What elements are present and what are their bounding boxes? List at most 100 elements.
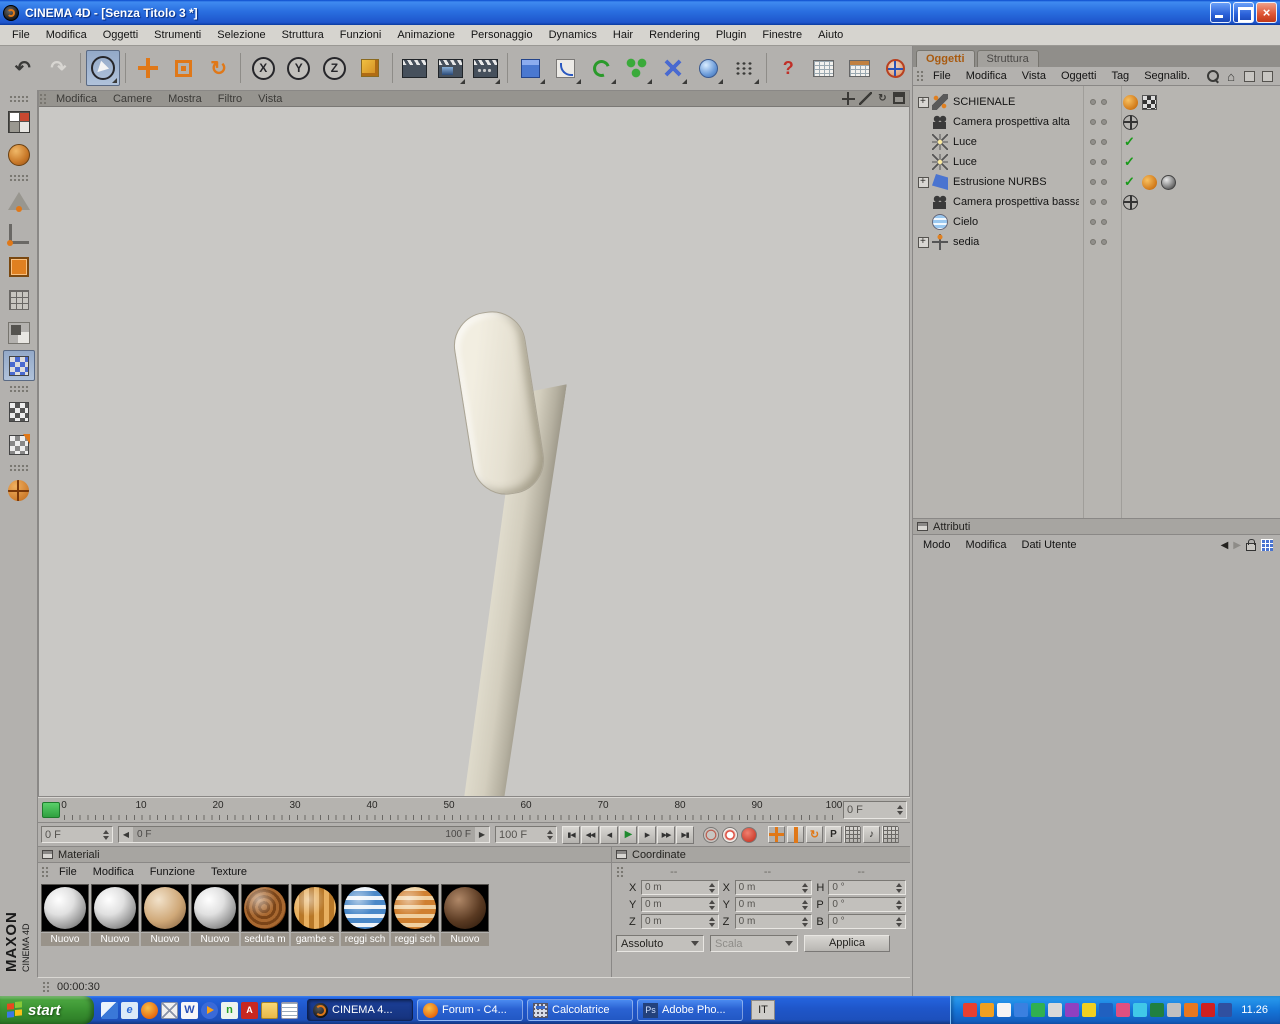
polygon-mode-button[interactable]	[2, 350, 35, 381]
apply-button[interactable]: Applica	[804, 935, 890, 952]
material-item[interactable]: reggi sch	[341, 884, 389, 946]
range-left-handle[interactable]: ◀	[119, 827, 133, 842]
viewport-zoom-icon[interactable]	[859, 92, 872, 105]
render-view-button[interactable]	[398, 50, 432, 86]
start-button[interactable]: start	[0, 996, 94, 1024]
toolbar-grip[interactable]	[8, 174, 29, 181]
object-label[interactable]: Camera prospettiva bassa	[953, 196, 1079, 208]
tag-icon[interactable]	[1123, 94, 1138, 110]
size-x-spinner[interactable]	[800, 882, 809, 893]
taskbar-task-photoshop[interactable]: Adobe Pho...	[637, 999, 743, 1021]
size-z-spinner[interactable]	[800, 916, 809, 927]
object-manager-grip[interactable]	[916, 70, 925, 82]
tray-icon[interactable]	[1167, 1003, 1182, 1017]
editor-visibility-dot[interactable]	[1089, 159, 1096, 165]
material-item[interactable]: Nuovo	[441, 884, 489, 946]
attr-menu-modo[interactable]: Modo	[916, 539, 958, 551]
media-player-icon[interactable]	[201, 1001, 218, 1019]
object-label[interactable]: sedia	[953, 236, 1079, 248]
editor-visibility-dot[interactable]	[1089, 219, 1096, 225]
pos-z-spinner[interactable]	[707, 916, 715, 927]
object-label[interactable]: Estrusione NURBS	[953, 176, 1079, 188]
tag-icon[interactable]	[1161, 135, 1176, 150]
keyframe-selection-button[interactable]	[741, 826, 757, 843]
render-picture-viewer-button[interactable]	[433, 50, 467, 86]
acrobat-icon[interactable]	[241, 1001, 258, 1019]
material-thumbnail[interactable]	[41, 884, 89, 932]
tag-icon[interactable]	[1161, 174, 1176, 190]
record-pla-button[interactable]	[844, 826, 861, 843]
material-thumbnail[interactable]	[191, 884, 239, 932]
attributes-titlebar[interactable]: Attributi	[913, 519, 1280, 535]
size-y-field[interactable]: 0 m	[734, 897, 813, 912]
messenger-icon[interactable]	[221, 1001, 238, 1019]
material-item[interactable]: Nuovo	[191, 884, 239, 946]
tray-icon[interactable]	[1048, 1003, 1063, 1017]
menu-hair[interactable]: Hair	[605, 27, 641, 43]
size-header[interactable]: --	[723, 866, 813, 878]
render-visibility-dot[interactable]	[1100, 159, 1107, 165]
add-spline-button[interactable]	[549, 50, 583, 86]
timeline-options-button[interactable]	[882, 826, 899, 843]
menu-personaggio[interactable]: Personaggio	[463, 27, 541, 43]
toolbar-grip[interactable]	[8, 95, 29, 102]
viewport-menu-filtro[interactable]: Filtro	[210, 93, 250, 105]
material-mode-button[interactable]	[3, 139, 35, 170]
material-item[interactable]: Nuovo	[141, 884, 189, 946]
editor-visibility-dot[interactable]	[1089, 139, 1096, 145]
materials-menu-file[interactable]: File	[52, 866, 84, 878]
editor-visibility-dot[interactable]	[1089, 179, 1096, 185]
editor-visibility-dot[interactable]	[1089, 119, 1096, 125]
om-menu-vista[interactable]: Vista	[1015, 70, 1053, 82]
rot-b-field[interactable]: 0 °	[828, 914, 906, 929]
prev-frame-button[interactable]: ◀	[600, 825, 618, 844]
viewport-object-backrest-pad[interactable]	[449, 306, 549, 500]
tab-struttura[interactable]: Struttura	[976, 50, 1039, 67]
current-frame-marker[interactable]	[42, 802, 60, 818]
menu-plugin[interactable]: Plugin	[708, 27, 755, 43]
material-thumbnail[interactable]	[341, 884, 389, 932]
minimize-button[interactable]	[1210, 2, 1231, 23]
rotate-tool-button[interactable]	[202, 50, 236, 86]
add-nurbs-button[interactable]	[585, 50, 619, 86]
workplane-mode-button[interactable]	[3, 284, 35, 315]
add-modeling-object-button[interactable]	[620, 50, 654, 86]
editor-visibility-dot[interactable]	[1089, 99, 1096, 105]
render-visibility-dot[interactable]	[1100, 199, 1107, 205]
object-row[interactable]: Cielo	[913, 212, 1280, 232]
tag-icon[interactable]	[1123, 114, 1138, 130]
object-label[interactable]: Luce	[953, 156, 1079, 168]
record-rotation-button[interactable]: ↻	[806, 826, 823, 843]
tag-icon[interactable]	[1142, 94, 1157, 110]
tray-icon[interactable]	[1014, 1003, 1029, 1017]
model-mode-button[interactable]	[3, 218, 35, 249]
taskbar-clock[interactable]: 11.26	[1235, 1004, 1274, 1016]
material-item[interactable]: Nuovo	[91, 884, 139, 946]
taskbar-task-forum[interactable]: Forum - C4...	[417, 999, 523, 1021]
window-titlebar[interactable]: CINEMA 4D - [Senza Titolo 3 *] ×	[0, 0, 1280, 25]
pos-x-field[interactable]: 0 m	[640, 880, 719, 895]
current-frame-field[interactable]: 0 F	[843, 801, 907, 819]
object-row[interactable]: Luce	[913, 132, 1280, 152]
rotation-header[interactable]: --	[816, 866, 906, 878]
render-visibility-dot[interactable]	[1100, 99, 1107, 105]
size-z-field[interactable]: 0 m	[734, 914, 813, 929]
undo-button[interactable]	[6, 50, 40, 86]
toolbar-grip[interactable]	[8, 385, 29, 392]
viewport-grip[interactable]	[39, 92, 48, 105]
material-thumbnail[interactable]	[91, 884, 139, 932]
object-label[interactable]: SCHIENALE	[953, 96, 1079, 108]
home-icon[interactable]	[1224, 69, 1238, 83]
material-item[interactable]: gambe s	[291, 884, 339, 946]
render-visibility-dot[interactable]	[1100, 219, 1107, 225]
tray-icon[interactable]	[1099, 1003, 1114, 1017]
menu-dynamics[interactable]: Dynamics	[541, 27, 605, 43]
material-item[interactable]: seduta m	[241, 884, 289, 946]
om-menu-tag[interactable]: Tag	[1104, 70, 1136, 82]
tag-icon[interactable]	[1142, 115, 1157, 130]
mail-icon[interactable]	[161, 1001, 178, 1019]
viewport-rotate-icon[interactable]	[876, 92, 889, 105]
viewport-maximize-icon[interactable]	[893, 92, 905, 104]
online-updater-button[interactable]	[878, 50, 912, 86]
status-grip[interactable]	[42, 981, 51, 993]
